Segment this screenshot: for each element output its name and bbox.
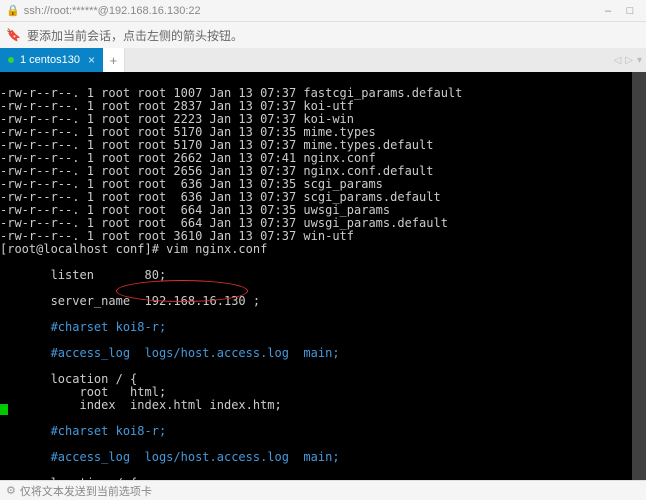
hint-text: 要添加当前会话，点击左侧的箭头按钮。 bbox=[27, 27, 243, 44]
terminal[interactable]: -rw-r--r--. 1 root root 1007 Jan 13 07:3… bbox=[0, 72, 646, 480]
config-line: location / { bbox=[0, 476, 137, 480]
close-tab-icon[interactable]: × bbox=[88, 53, 95, 67]
ls-line: -rw-r--r--. 1 root root 2662 Jan 13 07:4… bbox=[0, 151, 376, 165]
tab-nav: ◁ ▷ ▾ bbox=[614, 48, 642, 72]
config-server-name: server_name 192.168.16.130 ; bbox=[0, 294, 260, 308]
window-titlebar: 🔒 ssh://root:******@192.168.16.130:22 – … bbox=[0, 0, 646, 22]
config-comment: #access_log logs/host.access.log main; bbox=[0, 346, 340, 360]
tab-menu-icon[interactable]: ▾ bbox=[637, 55, 642, 66]
session-tab[interactable]: 1 centos130 × bbox=[0, 48, 103, 72]
ls-line: -rw-r--r--. 1 root root 1007 Jan 13 07:3… bbox=[0, 86, 462, 100]
ls-line: -rw-r--r--. 1 root root 2223 Jan 13 07:3… bbox=[0, 112, 354, 126]
window-title: ssh://root:******@192.168.16.130:22 bbox=[24, 5, 598, 17]
ls-line: -rw-r--r--. 1 root root 664 Jan 13 07:37… bbox=[0, 216, 448, 230]
status-dot-icon bbox=[8, 57, 14, 63]
config-line: root html; bbox=[0, 385, 166, 399]
ls-line: -rw-r--r--. 1 root root 664 Jan 13 07:35… bbox=[0, 203, 390, 217]
config-comment: #charset koi8-r; bbox=[0, 320, 166, 334]
ls-line: -rw-r--r--. 1 root root 2837 Jan 13 07:3… bbox=[0, 99, 354, 113]
ls-line: -rw-r--r--. 1 root root 5170 Jan 13 07:3… bbox=[0, 138, 433, 152]
config-line: index index.html index.htm; bbox=[0, 398, 282, 412]
new-tab-button[interactable]: + bbox=[103, 48, 125, 72]
tab-next-icon[interactable]: ▷ bbox=[625, 55, 633, 66]
tab-bar: 1 centos130 × + ◁ ▷ ▾ bbox=[0, 48, 646, 72]
config-line: location / { bbox=[0, 372, 137, 386]
status-text: 仅将文本发送到当前选项卡 bbox=[20, 483, 152, 499]
ls-line: -rw-r--r--. 1 root root 636 Jan 13 07:35… bbox=[0, 177, 383, 191]
ls-line: -rw-r--r--. 1 root root 3610 Jan 13 07:3… bbox=[0, 229, 354, 243]
ls-line: -rw-r--r--. 1 root root 5170 Jan 13 07:3… bbox=[0, 125, 376, 139]
ls-line: -rw-r--r--. 1 root root 636 Jan 13 07:37… bbox=[0, 190, 441, 204]
hint-bar: 🔖 要添加当前会话，点击左侧的箭头按钮。 bbox=[0, 22, 646, 48]
bookmark-icon[interactable]: 🔖 bbox=[6, 28, 21, 42]
config-line: listen 80; bbox=[0, 268, 166, 282]
settings-icon[interactable]: ⚙ bbox=[6, 484, 16, 497]
shell-prompt: [root@localhost conf]# vim nginx.conf bbox=[0, 242, 267, 256]
tab-label: 1 centos130 bbox=[20, 54, 80, 66]
status-bar: ⚙ 仅将文本发送到当前选项卡 bbox=[0, 480, 646, 500]
cursor-marker bbox=[0, 404, 8, 415]
ls-line: -rw-r--r--. 1 root root 2656 Jan 13 07:3… bbox=[0, 164, 433, 178]
minimize-button[interactable]: – bbox=[598, 5, 618, 17]
tab-prev-icon[interactable]: ◁ bbox=[614, 55, 622, 66]
config-comment: #access_log logs/host.access.log main; bbox=[0, 450, 340, 464]
window-controls: – □ bbox=[598, 5, 640, 17]
config-comment: #charset koi8-r; bbox=[0, 424, 166, 438]
lock-icon: 🔒 bbox=[6, 4, 20, 17]
maximize-button[interactable]: □ bbox=[620, 5, 640, 17]
